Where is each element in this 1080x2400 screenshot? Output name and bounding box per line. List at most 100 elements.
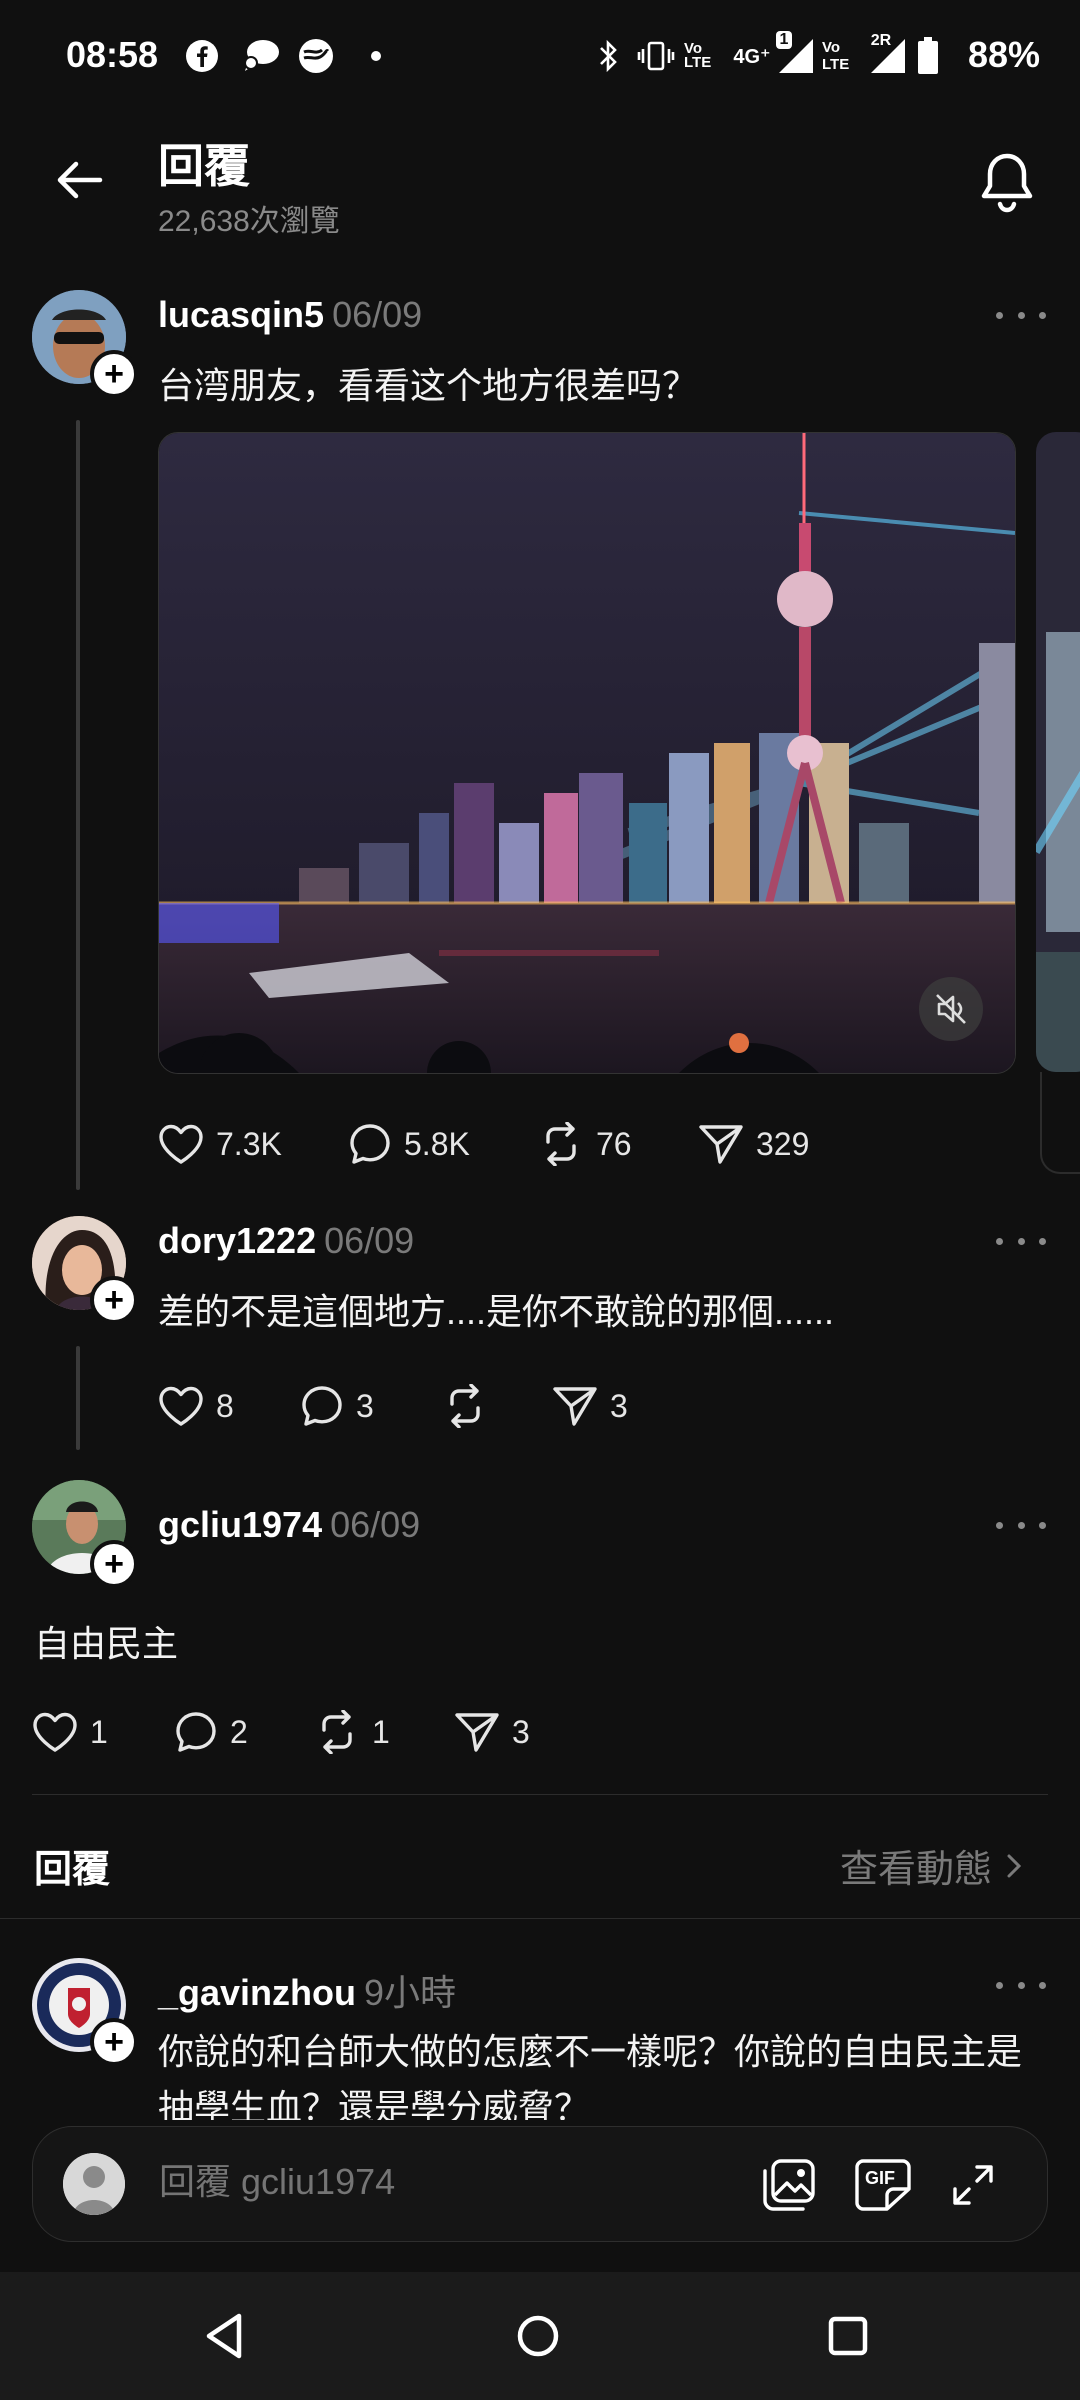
vibrate-icon xyxy=(636,36,676,76)
nav-back-button[interactable] xyxy=(188,2300,260,2372)
comment-bubble-icon xyxy=(350,1124,390,1164)
repost-icon xyxy=(546,1122,576,1166)
share-count: 329 xyxy=(756,1125,810,1162)
carousel-edge xyxy=(1040,1072,1080,1174)
facebook-icon xyxy=(182,36,222,76)
image-gallery-icon xyxy=(763,2159,815,2211)
volte-icon: Vo LTE xyxy=(822,36,862,76)
username-text[interactable]: lucasqin5 xyxy=(158,294,324,335)
share-count: 3 xyxy=(512,1713,530,1750)
share-button[interactable]: 329 xyxy=(698,1123,838,1165)
post-text: 自由民主 xyxy=(34,1623,179,1664)
comment-button[interactable]: 5.8K xyxy=(348,1122,538,1166)
system-navigation-bar xyxy=(0,2272,1080,2400)
post-actions: 1 2 1 3 xyxy=(32,1702,564,1762)
comment-bubble-icon xyxy=(176,1712,216,1752)
replies-heading: 回覆 xyxy=(34,1849,111,1891)
repost-button[interactable] xyxy=(442,1384,552,1428)
post-date: 06/09 xyxy=(332,294,423,335)
post-date: 06/09 xyxy=(324,1220,415,1261)
like-button[interactable]: 1 xyxy=(32,1711,174,1753)
page-title: 回覆 xyxy=(158,140,250,192)
reply-text: 你說的和台師大做的怎麼不一樣呢？你說的自由民主是抽學生血？還是學分威脅？ xyxy=(158,2031,1023,2120)
reply-composer[interactable]: GIF xyxy=(32,2126,1048,2242)
view-activity-label[interactable]: 查看動態 xyxy=(840,1838,992,1893)
speaker-muted-icon xyxy=(936,994,966,1024)
comment-count: 5.8K xyxy=(404,1125,470,1162)
signal-icon xyxy=(776,36,816,76)
post-actions: 7.3K 5.8K 76 329 xyxy=(158,1114,838,1174)
post-username[interactable]: dory1222 06/09 xyxy=(158,1220,414,1262)
nav-home-button[interactable] xyxy=(502,2300,574,2372)
post-text: 差的不是這個地方....是你不敢說的那個...... xyxy=(158,1291,835,1332)
share-count: 3 xyxy=(610,1387,628,1424)
reply-input[interactable] xyxy=(159,2161,719,2203)
username-text[interactable]: gcliu1974 xyxy=(158,1504,322,1545)
thread-line xyxy=(76,1346,80,1450)
send-icon xyxy=(455,1713,499,1752)
more-options-button[interactable] xyxy=(996,1970,1046,2000)
repost-button[interactable]: 76 xyxy=(538,1122,698,1166)
follow-plus-button[interactable]: + xyxy=(90,1540,138,1588)
square-recents-icon xyxy=(828,2316,868,2356)
battery-icon xyxy=(914,36,942,76)
battery-percentage: 88% xyxy=(967,34,1040,75)
follow-plus-button[interactable]: + xyxy=(90,1276,138,1324)
notification-bell-button[interactable] xyxy=(972,148,1042,218)
divider xyxy=(0,1918,1080,1919)
heart-icon xyxy=(159,1124,203,1164)
thread-line xyxy=(76,420,80,1190)
view-count: 22,638次瀏覽 xyxy=(158,205,340,238)
comment-button[interactable]: 3 xyxy=(300,1384,442,1428)
bluetooth-icon xyxy=(592,36,626,76)
chevron-right-icon xyxy=(1007,1854,1022,1877)
expand-composer-button[interactable] xyxy=(941,2153,1005,2217)
username-text[interactable]: _gavinzhou xyxy=(158,1972,356,2013)
volte-icon: Vo LTE xyxy=(684,36,724,76)
like-button[interactable]: 8 xyxy=(158,1385,300,1427)
volte-label-2: Vo LTE xyxy=(822,39,850,73)
more-options-button[interactable] xyxy=(996,300,1046,330)
chat-bubble-icon xyxy=(238,36,284,76)
follow-plus-button[interactable]: + xyxy=(90,2018,138,2066)
follow-plus-button[interactable]: + xyxy=(90,350,138,398)
post-username[interactable]: lucasqin5 06/09 xyxy=(158,294,422,336)
next-media-preview[interactable] xyxy=(1036,432,1080,1072)
bell-icon xyxy=(981,153,1033,213)
share-button[interactable]: 3 xyxy=(454,1711,564,1753)
attach-image-button[interactable] xyxy=(757,2153,821,2217)
video-thumbnail-skyline xyxy=(159,433,1015,1073)
gif-button[interactable]: GIF xyxy=(851,2153,915,2217)
reply-username[interactable]: _gavinzhou 9小時 xyxy=(158,1964,456,2016)
gif-label: GIF xyxy=(865,2168,895,2188)
video-player[interactable] xyxy=(158,432,1016,1074)
post-date: 06/09 xyxy=(330,1504,421,1545)
threads-app-icon xyxy=(294,36,338,76)
signal-icon xyxy=(868,36,908,76)
like-count: 1 xyxy=(90,1713,108,1750)
send-icon xyxy=(553,1387,597,1426)
repost-button[interactable]: 1 xyxy=(314,1710,454,1754)
more-options-button[interactable] xyxy=(996,1510,1046,1540)
like-button[interactable]: 7.3K xyxy=(158,1123,348,1165)
4g-icon: 4G⁺ xyxy=(730,36,774,76)
post-text: 台湾朋友，看看这个地方很差吗？ xyxy=(158,365,699,406)
status-time: 08:58 xyxy=(66,34,159,75)
view-activity-link[interactable]: 查看動態 xyxy=(840,1838,1028,1893)
mute-button[interactable] xyxy=(919,977,983,1041)
repost-count: 1 xyxy=(372,1713,390,1750)
share-button[interactable]: 3 xyxy=(552,1385,662,1427)
more-options-button[interactable] xyxy=(996,1226,1046,1256)
post-username[interactable]: gcliu1974 06/09 xyxy=(158,1504,420,1546)
comment-button[interactable]: 2 xyxy=(174,1710,314,1754)
circle-home-icon xyxy=(517,2315,559,2357)
back-button[interactable] xyxy=(50,150,110,210)
heart-icon xyxy=(33,1712,77,1752)
triangle-back-icon xyxy=(206,2313,242,2359)
comment-count: 3 xyxy=(356,1387,374,1424)
repost-count: 76 xyxy=(596,1125,632,1162)
username-text[interactable]: dory1222 xyxy=(158,1220,316,1261)
reply-date: 9小時 xyxy=(364,1972,457,2013)
nav-recents-button[interactable] xyxy=(812,2300,884,2372)
divider xyxy=(32,1794,1048,1795)
